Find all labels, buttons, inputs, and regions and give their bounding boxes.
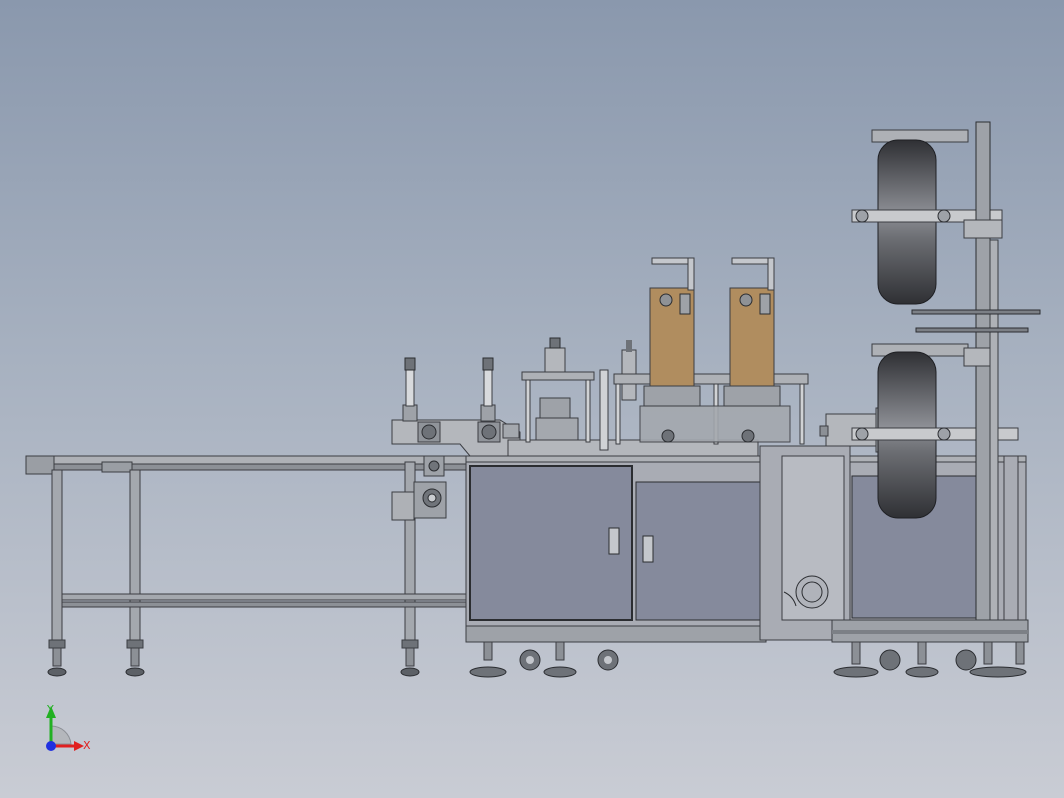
control-box [759, 445, 851, 641]
z-axis-icon [46, 741, 56, 751]
feed-housing [391, 357, 521, 457]
x-axis-label: X [83, 739, 91, 752]
orientation-triad: Y X [46, 703, 91, 752]
machine-model[interactable]: Y X [0, 0, 1064, 798]
tooling-area [507, 257, 809, 457]
main-cabinet [465, 455, 1027, 678]
cad-viewport[interactable]: Y X [0, 0, 1064, 798]
conveyor-frame [25, 455, 467, 677]
y-axis-label: Y [46, 703, 54, 716]
